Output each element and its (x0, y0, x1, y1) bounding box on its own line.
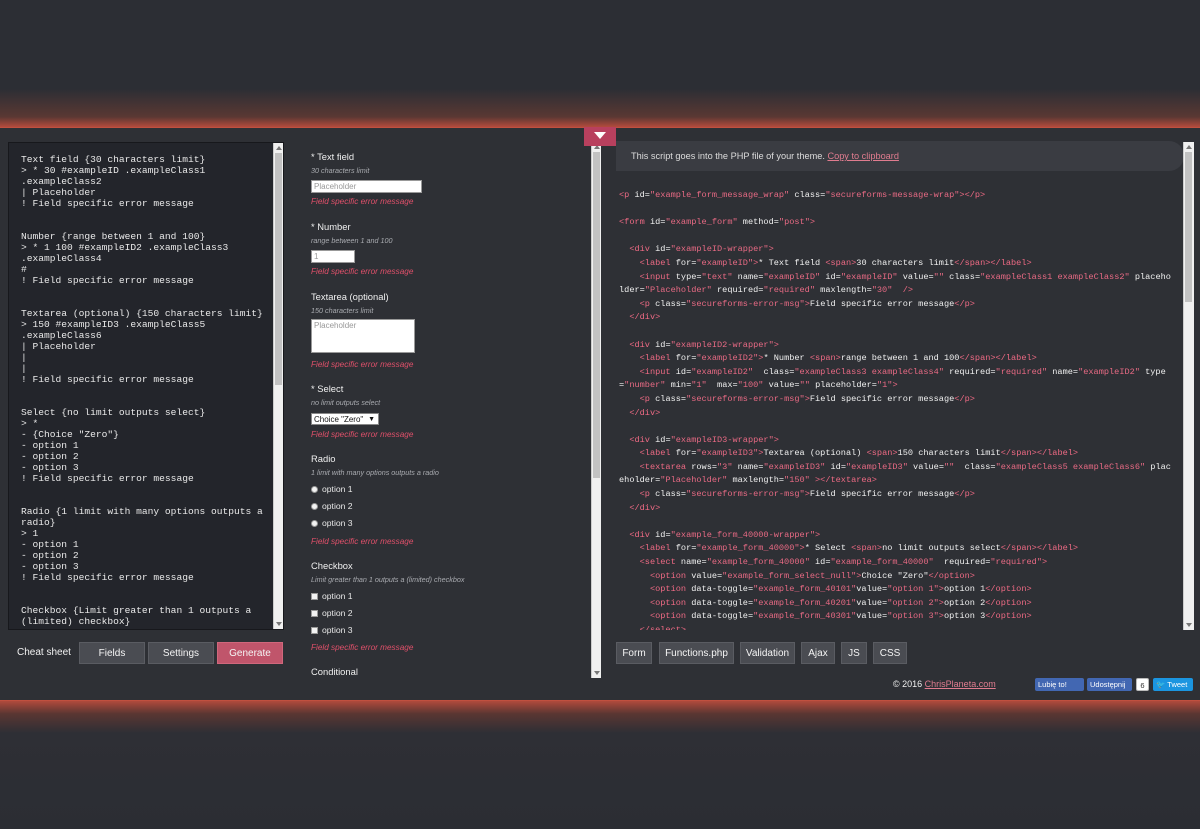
checkbox-icon[interactable] (311, 610, 318, 617)
textarea-input[interactable]: Placeholder (311, 319, 415, 353)
select-hint: no limit outputs select (311, 398, 381, 407)
textarea-error: Field specific error message (311, 360, 414, 369)
checkbox-error: Field specific error message (311, 643, 414, 652)
form-preview: * Text field 30 characters limit Placeho… (300, 142, 600, 678)
select-value: Choice "Zero" (314, 415, 364, 424)
cheat-sheet-scrollbar[interactable] (273, 143, 283, 629)
radio-icon[interactable] (311, 503, 318, 510)
scroll-down-icon[interactable] (276, 622, 282, 626)
tab-form[interactable]: Form (616, 642, 652, 664)
text-field-error: Field specific error message (311, 197, 414, 206)
dropdown-arrow-icon: ▼ (368, 416, 375, 423)
chevron-down-icon (594, 132, 606, 139)
number-input[interactable]: 1 (311, 250, 355, 263)
cheat-sheet-label: Cheat sheet (17, 647, 71, 658)
conditional-label: Conditional (311, 666, 358, 677)
copy-to-clipboard-link[interactable]: Copy to clipboard (827, 151, 899, 161)
facebook-share-button[interactable]: Udostępnij (1087, 678, 1132, 691)
twitter-tweet-button[interactable]: 🐦 Tweet (1153, 678, 1193, 691)
tab-css[interactable]: CSS (873, 642, 907, 664)
radio-label: Radio (311, 453, 336, 464)
share-count: 6 (1136, 678, 1149, 691)
tab-js[interactable]: JS (841, 642, 867, 664)
radio-hint: 1 limit with many options outputs a radi… (311, 468, 439, 477)
checkbox-icon[interactable] (311, 627, 318, 634)
cheat-sheet-text[interactable]: Text field {30 characters limit} > * 30 … (9, 143, 273, 629)
code-scrollbar[interactable] (1183, 142, 1194, 630)
tab-validation[interactable]: Validation (740, 642, 795, 664)
info-text: This script goes into the PHP file of yo… (631, 151, 825, 161)
checkbox-hint: Limit greater than 1 outputs a (limited)… (311, 575, 465, 584)
settings-button[interactable]: Settings (148, 642, 214, 664)
checkbox-option[interactable]: option 2 (311, 608, 353, 618)
checkbox-label: Checkbox (311, 560, 353, 571)
radio-option[interactable]: option 3 (311, 518, 353, 528)
radio-icon[interactable] (311, 486, 318, 493)
author-link[interactable]: ChrisPlaneta.com (925, 679, 996, 689)
number-label: * Number (311, 221, 351, 232)
bottom-glow-band (0, 700, 1200, 829)
code-listing[interactable]: <p id="example_form_message_wrap" class=… (616, 180, 1171, 630)
radio-option[interactable]: option 2 (311, 501, 353, 511)
radio-error: Field specific error message (311, 537, 414, 546)
scroll-up-icon[interactable] (1186, 145, 1192, 149)
top-glow-band (0, 0, 1200, 128)
cheat-sheet-editor[interactable]: Text field {30 characters limit} > * 30 … (8, 142, 284, 630)
number-hint: range between 1 and 100 (311, 236, 393, 245)
scroll-thumb[interactable] (1185, 152, 1192, 302)
select-label: * Select (311, 383, 344, 394)
checkbox-option[interactable]: option 1 (311, 591, 353, 601)
scroll-thumb[interactable] (593, 152, 600, 478)
radio-option[interactable]: option 1 (311, 484, 353, 494)
generated-code[interactable]: <p id="example_form_message_wrap" class=… (616, 180, 1184, 630)
tab-functions-php[interactable]: Functions.php (659, 642, 734, 664)
fields-button[interactable]: Fields (79, 642, 145, 664)
scroll-thumb[interactable] (275, 153, 282, 385)
select-dropdown[interactable]: Choice "Zero" ▼ (311, 413, 379, 425)
scroll-down-icon[interactable] (594, 671, 600, 675)
textarea-hint: 150 characters limit (311, 306, 374, 315)
twitter-bird-icon: 🐦 (1156, 680, 1166, 689)
tab-ajax[interactable]: Ajax (801, 642, 835, 664)
number-error: Field specific error message (311, 267, 414, 276)
select-error: Field specific error message (311, 430, 414, 439)
scroll-up-icon[interactable] (276, 146, 282, 150)
info-bar: This script goes into the PHP file of yo… (616, 141, 1184, 171)
textarea-label: Textarea (optional) (311, 291, 389, 302)
checkbox-option[interactable]: option 3 (311, 625, 353, 635)
text-field-input[interactable]: Placeholder (311, 180, 422, 193)
checkbox-icon[interactable] (311, 593, 318, 600)
text-field-label: * Text field (311, 151, 355, 162)
collapse-toggle[interactable] (584, 127, 616, 146)
form-preview-scrollbar[interactable] (591, 142, 601, 678)
footer-copyright: © 2016 ChrisPlaneta.com (893, 679, 996, 689)
facebook-like-button[interactable]: Lubię to! (1035, 678, 1084, 691)
text-field-hint: 30 characters limit (311, 166, 370, 175)
radio-icon[interactable] (311, 520, 318, 527)
scroll-down-icon[interactable] (1186, 623, 1192, 627)
generate-button[interactable]: Generate (217, 642, 283, 664)
